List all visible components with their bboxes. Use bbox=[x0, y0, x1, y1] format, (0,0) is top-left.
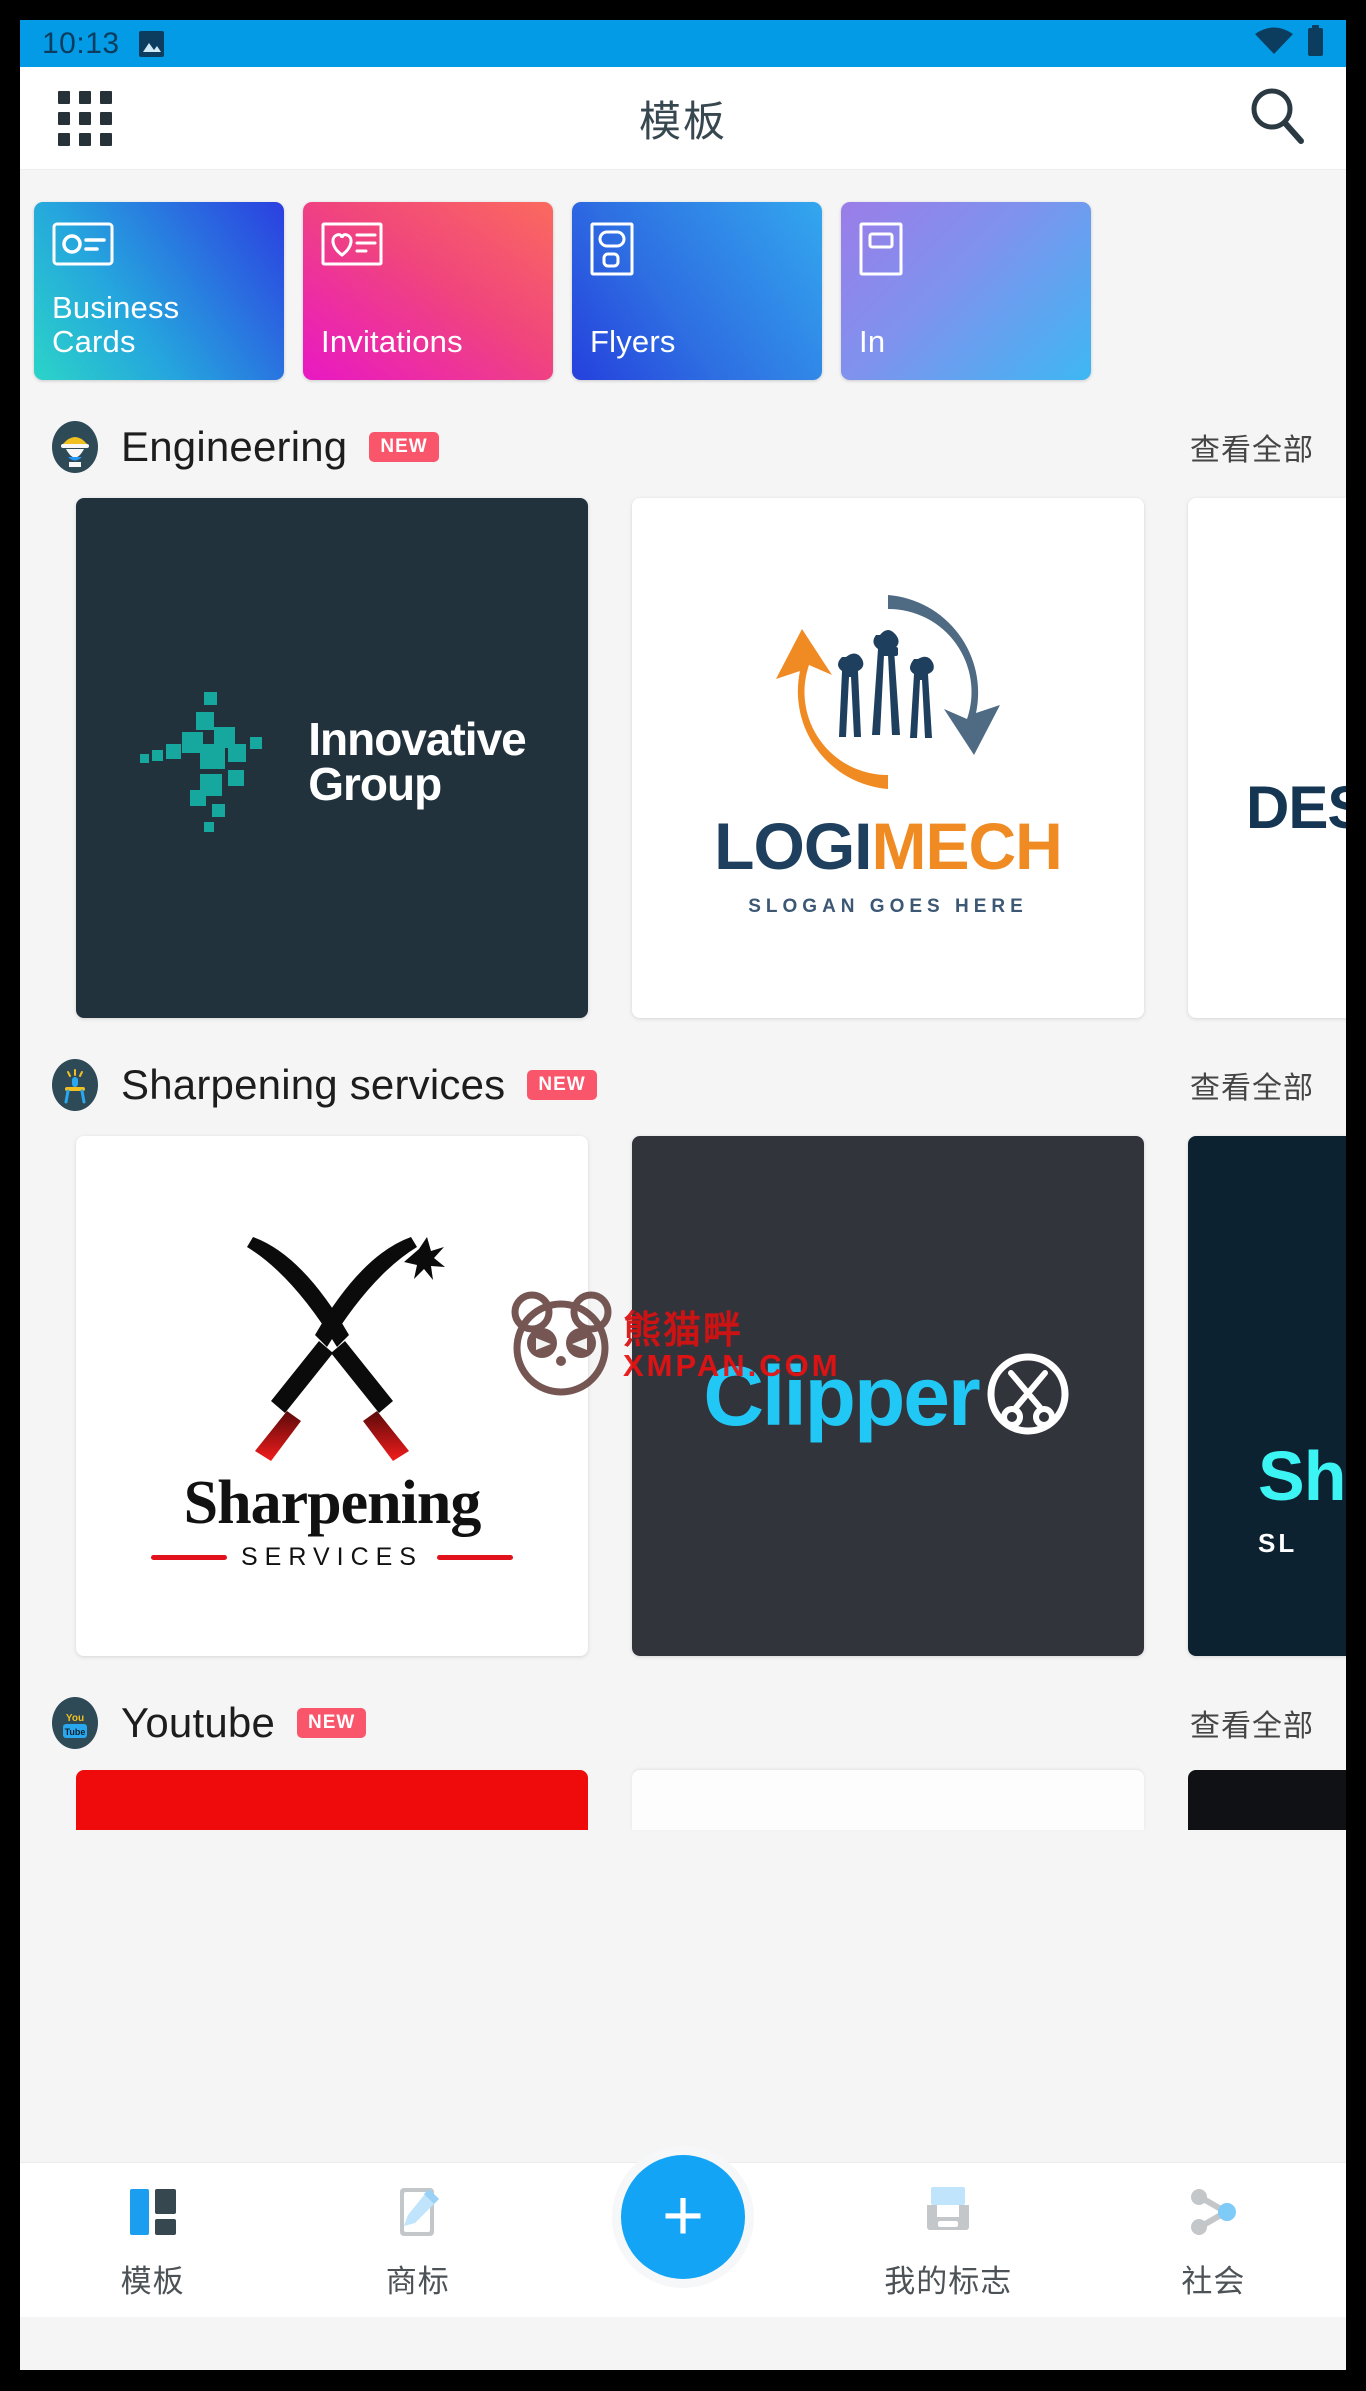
template-card[interactable]: Sha SL bbox=[1188, 1136, 1346, 1656]
template-card[interactable] bbox=[1188, 1770, 1346, 1830]
design-partial-logo: DES bbox=[1246, 608, 1346, 842]
image-icon bbox=[138, 29, 165, 59]
nav-item-my-logos[interactable]: 我的标志 bbox=[816, 2179, 1081, 2301]
status-badge: NEW bbox=[527, 1070, 597, 1100]
svg-text:Tube: Tube bbox=[65, 1727, 86, 1737]
see-all-link-youtube[interactable]: 查看全部 bbox=[1190, 1701, 1314, 1745]
scissors-circle-icon bbox=[983, 1349, 1073, 1444]
category-label: Flyers bbox=[590, 324, 676, 360]
design-wordmark: DES bbox=[1246, 774, 1346, 841]
right-rule bbox=[436, 1554, 513, 1560]
invitation-heart-icon bbox=[321, 222, 383, 266]
see-all-link-engineering[interactable]: 查看全部 bbox=[1190, 425, 1314, 469]
category-label: Business Cards bbox=[52, 289, 180, 360]
status-time: 10:13 bbox=[42, 26, 120, 60]
category-card-flyers[interactable]: Flyers bbox=[572, 202, 822, 380]
flyer-icon bbox=[590, 222, 652, 276]
phone-screen: 10:13 模板 Business Cards Invitations Flye… bbox=[20, 20, 1346, 2370]
sharp-partial-slogan: SL bbox=[1258, 1528, 1298, 1558]
section-title: Sharpening services bbox=[121, 1061, 506, 1108]
innovative-group-logo: Innovative Group bbox=[138, 682, 527, 842]
social-share-icon bbox=[1184, 2179, 1242, 2244]
grid-menu-icon[interactable] bbox=[58, 90, 112, 146]
status-indicators bbox=[1255, 25, 1324, 62]
template-row-sharpening[interactable]: Sharpening SERVICES Clipper Sh SL bbox=[20, 1118, 1346, 1656]
crossed-machetes-icon bbox=[246, 1236, 445, 1461]
left-rule bbox=[151, 1554, 227, 1560]
pliers-circle-icon bbox=[776, 594, 1000, 789]
design-mark-icon bbox=[1342, 777, 1346, 784]
battery-icon bbox=[1307, 25, 1324, 62]
search-icon[interactable] bbox=[1246, 85, 1308, 152]
svg-text:You: You bbox=[66, 1713, 84, 1724]
logimech-logo: LOGIMECH SLOGAN GOES HERE bbox=[632, 587, 1144, 918]
sharpening-subline: SERVICES bbox=[151, 1543, 513, 1572]
app-bar: 模板 bbox=[20, 67, 1346, 170]
nav-item-logo[interactable]: 商标 bbox=[285, 2179, 550, 2301]
sharpening-wordmark: Sharpening bbox=[183, 1468, 482, 1537]
status-bar: 10:13 bbox=[20, 20, 1346, 67]
template-card[interactable]: DES bbox=[1188, 498, 1346, 1018]
category-card-infographics[interactable]: In bbox=[841, 202, 1091, 380]
nav-label: 模板 bbox=[120, 2264, 185, 2299]
section-header-engineering: Engineering NEW 查看全部 bbox=[20, 414, 1346, 480]
sharpening-services-logo: Sharpening SERVICES bbox=[151, 1213, 513, 1572]
construction-worker-icon bbox=[52, 421, 98, 473]
section-title: Engineering bbox=[121, 423, 348, 470]
section-header-youtube: You Tube Youtube NEW 查看全部 bbox=[20, 1690, 1346, 1756]
nav-label: 我的标志 bbox=[884, 2264, 1013, 2299]
pixel-diamond-icon bbox=[140, 692, 263, 832]
template-card[interactable]: Innovative Group bbox=[76, 498, 588, 1018]
infographic-icon bbox=[859, 222, 921, 276]
category-card-business-cards[interactable]: Business Cards bbox=[34, 202, 284, 380]
nav-label: 商标 bbox=[385, 2264, 450, 2299]
logo-pen-icon bbox=[389, 2179, 447, 2244]
template-card[interactable] bbox=[632, 1770, 1144, 1830]
category-carousel[interactable]: Business Cards Invitations Flyers In bbox=[20, 170, 1346, 380]
template-card[interactable] bbox=[76, 1770, 588, 1830]
nav-label: 社会 bbox=[1181, 2264, 1246, 2299]
sharp-partial-wordmark: Sha bbox=[1258, 1437, 1346, 1515]
nav-item-templates[interactable]: 模板 bbox=[20, 2179, 285, 2301]
category-card-invitations[interactable]: Invitations bbox=[303, 202, 553, 380]
bottom-navigation: 模板 商标 + 我的标志 社会 bbox=[20, 2155, 1346, 2317]
content-scroll-area[interactable]: Business Cards Invitations Flyers In Eng… bbox=[20, 170, 1346, 2162]
status-badge: NEW bbox=[297, 1708, 367, 1738]
template-row-engineering[interactable]: Innovative Group LOGIMECH SLOGAN GOES HE… bbox=[20, 480, 1346, 1018]
template-card[interactable]: LOGIMECH SLOGAN GOES HERE bbox=[632, 498, 1144, 1018]
add-button[interactable]: + bbox=[621, 2155, 745, 2279]
page-title: 模板 bbox=[638, 97, 727, 145]
category-label: In bbox=[859, 324, 886, 360]
clipper-logo: Clipper bbox=[703, 1349, 1072, 1444]
logimech-slogan: SLOGAN GOES HERE bbox=[748, 895, 1028, 917]
sharpening-grinder-icon bbox=[52, 1059, 98, 1111]
logimech-wordmark: LOGIMECH bbox=[714, 808, 1063, 883]
category-label: Invitations bbox=[321, 324, 463, 360]
section-header-sharpening: Sharpening services NEW 查看全部 bbox=[20, 1052, 1346, 1118]
templates-icon bbox=[124, 2179, 182, 2244]
section-title: Youtube bbox=[121, 1699, 276, 1746]
innovative-group-text: Innovative Group bbox=[308, 713, 527, 810]
template-row-youtube[interactable] bbox=[20, 1756, 1346, 1830]
sharp-partial-logo: Sha SL bbox=[1258, 1436, 1346, 1559]
business-card-icon bbox=[52, 222, 114, 266]
wifi-icon bbox=[1255, 27, 1293, 60]
my-logos-icon bbox=[919, 2179, 977, 2244]
youtube-icon: You Tube bbox=[52, 1697, 98, 1749]
template-card[interactable]: Sharpening SERVICES bbox=[76, 1136, 588, 1656]
plus-icon: + bbox=[661, 2176, 705, 2257]
clipper-wordmark: Clipper bbox=[703, 1349, 980, 1443]
nav-item-social[interactable]: 社会 bbox=[1081, 2179, 1346, 2301]
status-badge: NEW bbox=[369, 432, 439, 462]
template-card[interactable]: Clipper bbox=[632, 1136, 1144, 1656]
see-all-link-sharpening[interactable]: 查看全部 bbox=[1190, 1063, 1314, 1107]
